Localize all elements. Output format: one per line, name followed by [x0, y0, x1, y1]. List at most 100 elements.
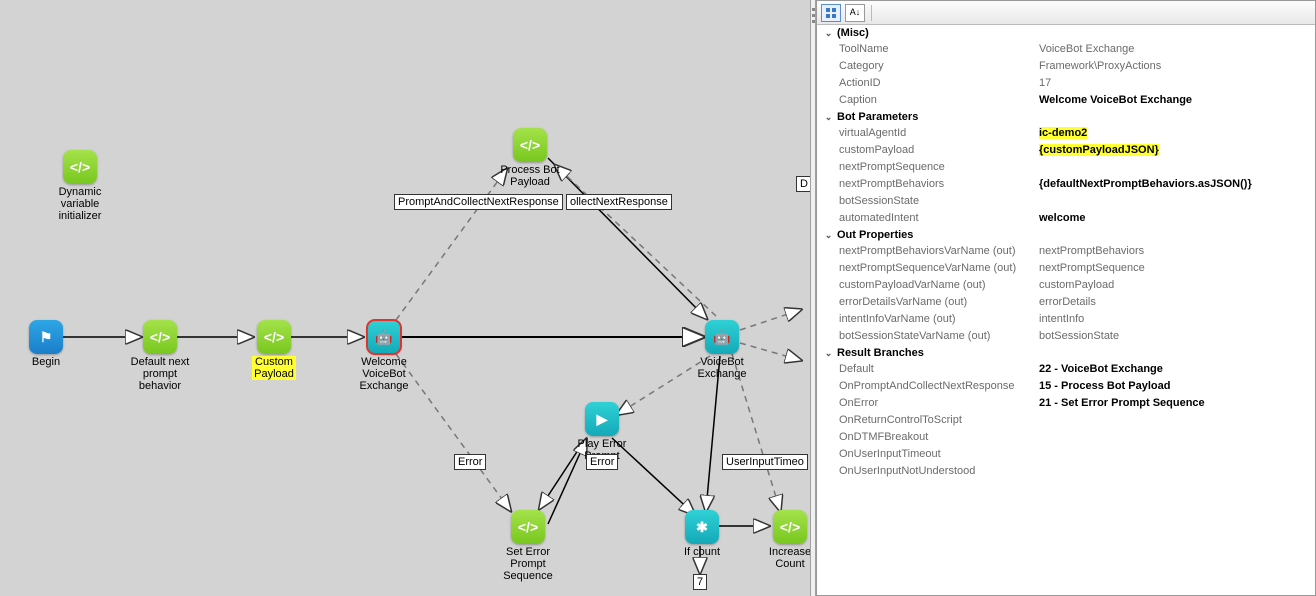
prop-value: 15 - Process Bot Payload: [1035, 378, 1315, 395]
prop-key: nextPromptBehaviors: [817, 176, 1035, 193]
node-process-bot-payload[interactable]: </> Process BotPayload: [490, 128, 570, 188]
node-if-count[interactable]: ✱ If count: [662, 510, 742, 558]
code-icon: </>: [143, 320, 177, 354]
prop-value: 17: [1035, 75, 1315, 92]
prop-value: VoiceBot Exchange: [1035, 41, 1315, 58]
group-result-branches[interactable]: ⌄ Result Branches: [817, 345, 1315, 361]
prop-key: nextPromptBehaviorsVarName (out): [817, 243, 1035, 260]
code-icon: </>: [257, 320, 291, 354]
prop-key: automatedIntent: [817, 210, 1035, 227]
node-label: WelcomeVoiceBotExchange: [344, 356, 424, 392]
node-set-error-prompt-sequence[interactable]: </> Set ErrorPromptSequence: [488, 510, 568, 582]
prop-row[interactable]: CaptionWelcome VoiceBot Exchange: [817, 92, 1315, 109]
prop-key: OnUserInputTimeout: [817, 446, 1035, 463]
node-label: If count: [662, 546, 742, 558]
prop-row[interactable]: customPayloadVarName (out)customPayload: [817, 277, 1315, 294]
code-icon: </>: [511, 510, 545, 544]
code-icon: </>: [63, 150, 97, 184]
group-title: Out Properties: [837, 229, 913, 241]
grid-spacer: [817, 480, 1315, 595]
group-misc[interactable]: ⌄ (Misc): [817, 25, 1315, 41]
prop-value: intentInfo: [1035, 311, 1315, 328]
prop-row[interactable]: OnReturnControlToScript: [817, 412, 1315, 429]
prop-row[interactable]: Default22 - VoiceBot Exchange: [817, 361, 1315, 378]
node-dynamic-variable-initializer[interactable]: </> Dynamicvariableinitializer: [40, 150, 120, 222]
play-icon: ▶: [585, 402, 619, 436]
prop-row[interactable]: OnUserInputTimeout: [817, 446, 1315, 463]
prop-row[interactable]: intentInfoVarName (out)intentInfo: [817, 311, 1315, 328]
group-out-properties[interactable]: ⌄ Out Properties: [817, 227, 1315, 243]
prop-key: botSessionState: [817, 193, 1035, 210]
prop-key: customPayload: [817, 142, 1035, 159]
properties-grid[interactable]: ⌄ (Misc) ToolNameVoiceBot Exchange Categ…: [817, 25, 1315, 595]
categorized-view-button[interactable]: [821, 4, 841, 22]
prop-value: Welcome VoiceBot Exchange: [1035, 92, 1315, 109]
prop-key: ToolName: [817, 41, 1035, 58]
group-bot-parameters[interactable]: ⌄ Bot Parameters: [817, 109, 1315, 125]
edge-label: ollectNextResponse: [566, 194, 672, 210]
prop-key: OnReturnControlToScript: [817, 412, 1035, 429]
prop-row[interactable]: CategoryFramework\ProxyActions: [817, 58, 1315, 75]
prop-value: 21 - Set Error Prompt Sequence: [1035, 395, 1315, 412]
prop-key: errorDetailsVarName (out): [817, 294, 1035, 311]
prop-value: 22 - VoiceBot Exchange: [1035, 361, 1315, 378]
prop-value: welcome: [1035, 210, 1315, 227]
prop-key: OnError: [817, 395, 1035, 412]
node-label: Begin: [6, 356, 86, 368]
properties-toolbar: A↓: [817, 1, 1315, 25]
prop-row[interactable]: OnPromptAndCollectNextResponse15 - Proce…: [817, 378, 1315, 395]
prop-row[interactable]: nextPromptSequence: [817, 159, 1315, 176]
prop-value: {defaultNextPromptBehaviors.asJSON()}: [1035, 176, 1315, 193]
prop-row[interactable]: errorDetailsVarName (out)errorDetails: [817, 294, 1315, 311]
prop-key: ActionID: [817, 75, 1035, 92]
node-default-next-prompt-behavior[interactable]: </> Default nextpromptbehavior: [120, 320, 200, 392]
prop-row[interactable]: customPayload{customPayloadJSON}: [817, 142, 1315, 159]
prop-row[interactable]: botSessionState: [817, 193, 1315, 210]
node-play-error-prompt[interactable]: ▶ Play ErrorPrompt: [562, 402, 642, 462]
prop-key: intentInfoVarName (out): [817, 311, 1035, 328]
node-label: Default nextpromptbehavior: [120, 356, 200, 392]
prop-row[interactable]: ToolNameVoiceBot Exchange: [817, 41, 1315, 58]
code-icon: </>: [773, 510, 807, 544]
prop-row[interactable]: virtualAgentIdic-demo2: [817, 125, 1315, 142]
node-label: Dynamicvariableinitializer: [40, 186, 120, 222]
prop-row[interactable]: OnUserInputNotUnderstood: [817, 463, 1315, 480]
prop-row[interactable]: OnDTMFBreakout: [817, 429, 1315, 446]
node-voicebot-exchange[interactable]: 🤖 VoiceBotExchange: [682, 320, 762, 380]
prop-key: virtualAgentId: [817, 125, 1035, 142]
prop-row[interactable]: nextPromptBehaviors{defaultNextPromptBeh…: [817, 176, 1315, 193]
toolbar-separator: [871, 5, 872, 21]
edge-label: 7: [693, 574, 707, 590]
prop-key: Category: [817, 58, 1035, 75]
prop-row[interactable]: botSessionStateVarName (out)botSessionSt…: [817, 328, 1315, 345]
prop-value: Framework\ProxyActions: [1035, 58, 1315, 75]
group-title: (Misc): [837, 27, 869, 39]
prop-row[interactable]: OnError21 - Set Error Prompt Sequence: [817, 395, 1315, 412]
edge-label: Error: [454, 454, 486, 470]
prop-key: OnDTMFBreakout: [817, 429, 1035, 446]
prop-value: customPayload: [1035, 277, 1315, 294]
edge-label: Error: [586, 454, 618, 470]
edge-label: PromptAndCollectNextResponse: [394, 194, 563, 210]
flow-canvas[interactable]: ⚑ Begin </> Dynamicvariableinitializer <…: [0, 0, 810, 596]
prop-row[interactable]: automatedIntentwelcome: [817, 210, 1315, 227]
node-welcome-voicebot-exchange[interactable]: 🤖 WelcomeVoiceBotExchange: [344, 320, 424, 392]
alphabetical-view-button[interactable]: A↓: [845, 4, 865, 22]
sort-az-icon: A↓: [850, 8, 861, 17]
bot-icon: 🤖: [705, 320, 739, 354]
prop-row[interactable]: nextPromptBehaviorsVarName (out)nextProm…: [817, 243, 1315, 260]
node-label: Set ErrorPromptSequence: [488, 546, 568, 582]
edge-label: UserInputTimeo: [722, 454, 808, 470]
prop-key: OnUserInputNotUnderstood: [817, 463, 1035, 480]
node-custom-payload[interactable]: </> CustomPayload: [234, 320, 314, 380]
properties-panel: A↓ ⌄ (Misc) ToolNameVoiceBot Exchange Ca…: [816, 0, 1316, 596]
prop-value: nextPromptBehaviors: [1035, 243, 1315, 260]
chevron-down-icon: ⌄: [823, 112, 834, 123]
chevron-down-icon: ⌄: [823, 28, 834, 39]
prop-key: OnPromptAndCollectNextResponse: [817, 378, 1035, 395]
prop-value: errorDetails: [1035, 294, 1315, 311]
prop-row[interactable]: nextPromptSequenceVarName (out)nextPromp…: [817, 260, 1315, 277]
node-begin[interactable]: ⚑ Begin: [6, 320, 86, 368]
prop-row[interactable]: ActionID17: [817, 75, 1315, 92]
prop-key: Caption: [817, 92, 1035, 109]
